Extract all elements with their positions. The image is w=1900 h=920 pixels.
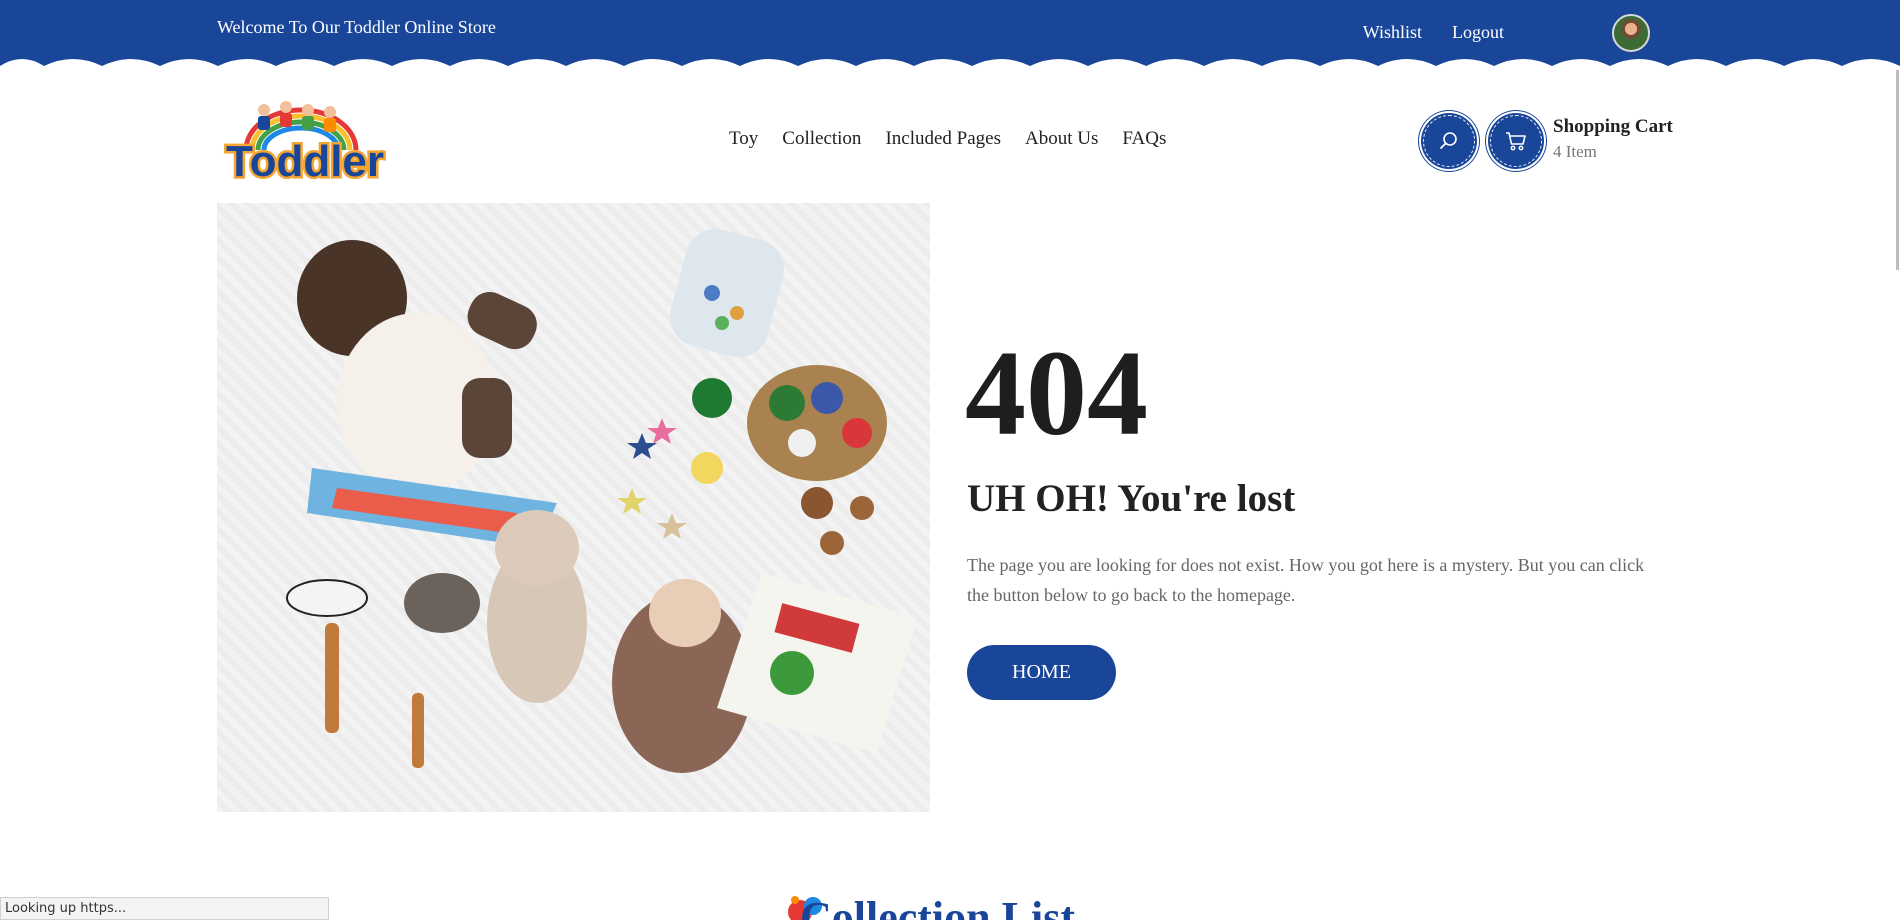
toddler-logo[interactable]: Toddler [216, 98, 394, 182]
home-button[interactable]: HOME [967, 645, 1116, 700]
cart-title: Shopping Cart [1553, 116, 1673, 137]
nav-item-collection[interactable]: Collection [782, 128, 861, 150]
scrollbar-thumb[interactable] [1896, 70, 1899, 270]
top-announcement-bar: Welcome To Our Toddler Online Store Wish… [0, 0, 1900, 82]
nav-item-about-us[interactable]: About Us [1025, 128, 1098, 150]
main-nav: Toy Collection Included Pages About Us F… [729, 128, 1166, 150]
cart-count: 4 Item [1553, 142, 1597, 161]
cart-icon [1506, 132, 1526, 151]
welcome-text: Welcome To Our Toddler Online Store [217, 17, 496, 37]
avatar[interactable] [1612, 14, 1650, 52]
nav-item-faqs[interactable]: FAQs [1122, 128, 1166, 150]
error-title: UH OH! You're lost [967, 477, 1296, 520]
logout-link[interactable]: Logout [1452, 22, 1504, 43]
cart-summary[interactable]: Shopping Cart 4 Item [1553, 116, 1673, 162]
search-icon [1440, 132, 1457, 149]
logo-text: Toddler [226, 137, 384, 182]
collection-list-title: Collection List [800, 893, 1075, 920]
nav-item-included-pages[interactable]: Included Pages [885, 128, 1001, 150]
browser-status-bar: Looking up https... [0, 897, 329, 920]
wishlist-link[interactable]: Wishlist [1363, 22, 1422, 43]
cart-button[interactable] [1488, 113, 1544, 169]
error-description: The page you are looking for does not ex… [967, 555, 1645, 605]
top-links: Wishlist Logout [1363, 22, 1504, 43]
nav-item-toy[interactable]: Toy [729, 128, 758, 150]
error-code: 404 [965, 326, 1148, 461]
toddler-playing-photo [286, 228, 917, 773]
hero-image [217, 203, 930, 812]
search-button[interactable] [1421, 113, 1477, 169]
